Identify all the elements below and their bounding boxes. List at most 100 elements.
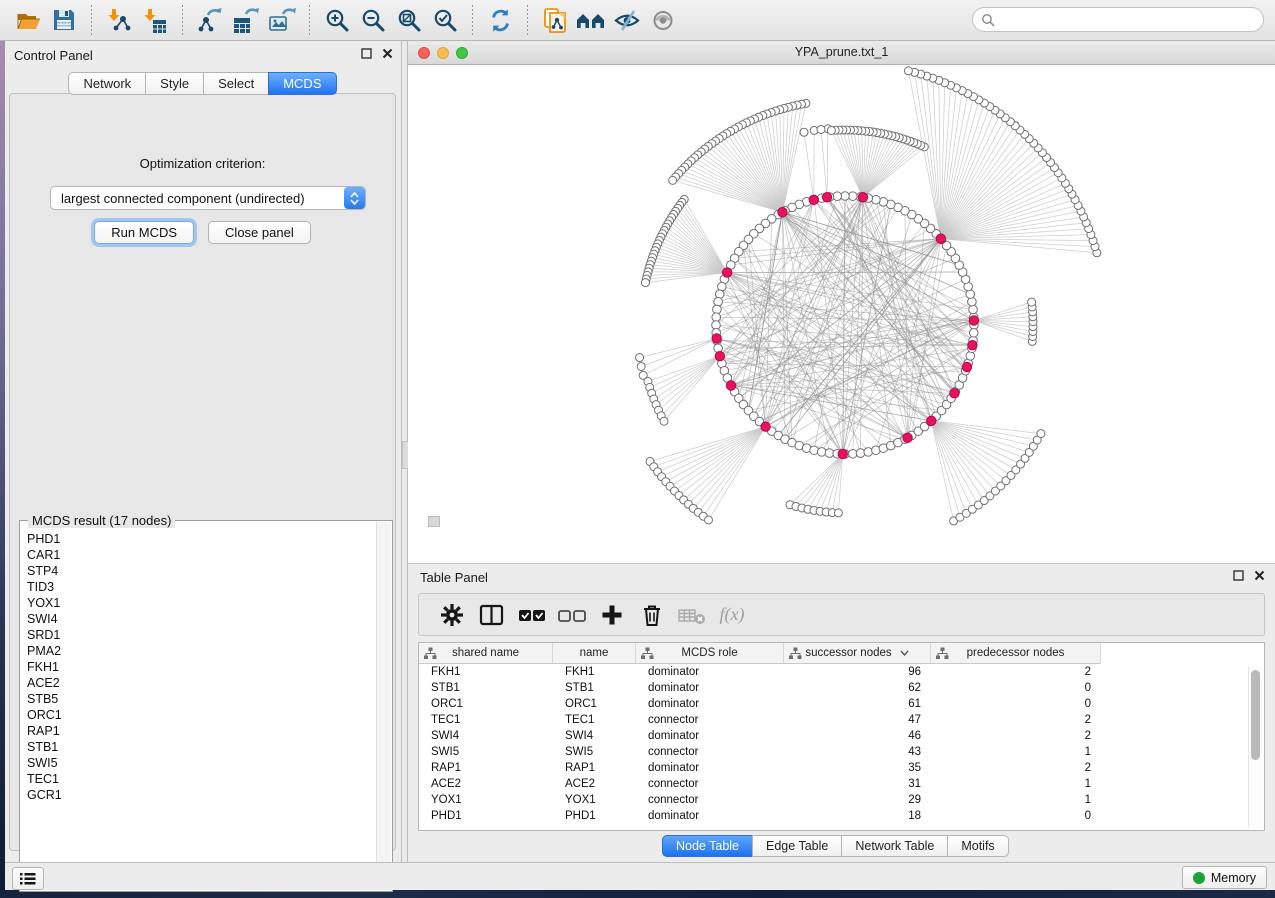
column-header-predecessor-nodes[interactable]: predecessor nodes: [931, 643, 1101, 664]
graph-ring-node[interactable]: [833, 192, 842, 201]
graph-ring-node[interactable]: [713, 305, 722, 314]
first-neighbors-icon[interactable]: [575, 4, 607, 36]
open-file-icon[interactable]: [12, 4, 44, 36]
graph-mcds-hub-node[interactable]: [969, 316, 978, 325]
mcds-result-item[interactable]: CAR1: [21, 547, 377, 563]
table-row[interactable]: FKH1FKH1dominator962: [419, 664, 1264, 680]
graph-mcds-hub-node[interactable]: [761, 422, 770, 431]
graph-mcds-hub-node[interactable]: [858, 193, 867, 202]
graph-mcds-hub-node[interactable]: [722, 268, 731, 277]
hide-graphics-details-icon[interactable]: [611, 4, 643, 36]
show-task-history-button[interactable]: [12, 867, 44, 890]
graph-satellite-node[interactable]: [641, 279, 649, 287]
column-header-successor-nodes[interactable]: successor nodes: [784, 643, 931, 664]
graph-ring-node[interactable]: [968, 297, 977, 306]
save-session-icon[interactable]: [48, 4, 80, 36]
graph-satellite-node[interactable]: [636, 354, 644, 362]
float-panel-icon[interactable]: [1233, 570, 1244, 581]
run-mcds-button[interactable]: Run MCDS: [94, 221, 194, 244]
table-mode-gear-icon[interactable]: [435, 600, 469, 630]
mcds-list-scrollbar[interactable]: [376, 522, 391, 890]
table-row[interactable]: ORC1ORC1dominator610: [419, 696, 1264, 712]
memory-button[interactable]: Memory: [1182, 866, 1267, 889]
graph-mcds-hub-node[interactable]: [936, 234, 945, 243]
export-image-icon[interactable]: [266, 4, 298, 36]
mcds-result-item[interactable]: SWI4: [21, 611, 377, 627]
graph-ring-node[interactable]: [966, 352, 975, 361]
graph-satellite-node[interactable]: [1037, 430, 1045, 438]
graph-mcds-hub-node[interactable]: [968, 340, 977, 349]
create-column-icon[interactable]: [595, 600, 629, 630]
table-row[interactable]: STB1STB1dominator620: [419, 680, 1264, 696]
refresh-icon[interactable]: [484, 4, 516, 36]
mcds-result-item[interactable]: ACE2: [21, 675, 377, 691]
graph-ring-node[interactable]: [715, 290, 724, 299]
graph-satellite-node[interactable]: [800, 128, 808, 136]
mcds-result-item[interactable]: FKH1: [21, 659, 377, 675]
show-columns-icon[interactable]: [475, 600, 509, 630]
table-row[interactable]: SWI4SWI4dominator462: [419, 728, 1264, 744]
graph-mcds-hub-node[interactable]: [809, 195, 818, 204]
tab-select[interactable]: Select: [203, 72, 269, 95]
table-row[interactable]: YOX1YOX1connector291: [419, 792, 1264, 808]
mcds-result-item[interactable]: TEC1: [21, 771, 377, 787]
show-graphics-details-icon[interactable]: [647, 4, 679, 36]
mcds-result-item[interactable]: ORC1: [21, 707, 377, 723]
float-panel-icon[interactable]: [361, 48, 372, 59]
tab-mcds[interactable]: MCDS: [268, 72, 336, 95]
table-row[interactable]: PHD1PHD1dominator180: [419, 808, 1264, 824]
table-row[interactable]: TEC1TEC1connector472: [419, 712, 1264, 728]
graph-ring-node[interactable]: [848, 449, 857, 458]
close-panel-button[interactable]: Close panel: [208, 221, 311, 244]
graph-mcds-hub-node[interactable]: [712, 334, 721, 343]
mcds-result-item[interactable]: YOX1: [21, 595, 377, 611]
graph-satellite-node[interactable]: [704, 516, 712, 524]
zoom-in-icon[interactable]: [321, 4, 353, 36]
graph-mcds-hub-node[interactable]: [778, 207, 787, 216]
mcds-result-item[interactable]: PHD1: [21, 531, 377, 547]
graph-ring-node[interactable]: [969, 328, 978, 337]
graph-ring-node[interactable]: [856, 449, 865, 458]
graph-satellite-node[interactable]: [834, 509, 842, 517]
graph-mcds-hub-node[interactable]: [927, 416, 936, 425]
export-network-icon[interactable]: [194, 4, 226, 36]
mcds-result-item[interactable]: TID3: [21, 579, 377, 595]
tab-edge-table[interactable]: Edge Table: [752, 835, 842, 857]
close-panel-icon[interactable]: [1254, 570, 1265, 581]
graph-satellite-node[interactable]: [669, 176, 677, 184]
horizontal-splitter-grip[interactable]: [428, 516, 440, 527]
optimization-criterion-dropdown[interactable]: largest connected component (undirected): [50, 186, 366, 210]
mcds-result-item[interactable]: STB1: [21, 739, 377, 755]
close-panel-icon[interactable]: [382, 48, 393, 59]
table-scrollbar-thumb[interactable]: [1251, 670, 1260, 760]
graph-satellite-node[interactable]: [1028, 298, 1036, 306]
zoom-out-icon[interactable]: [357, 4, 389, 36]
graph-mcds-hub-node[interactable]: [726, 381, 735, 390]
column-header-mcds-role[interactable]: MCDS role: [636, 643, 784, 664]
zoom-selected-icon[interactable]: [429, 4, 461, 36]
select-all-icon[interactable]: [515, 600, 549, 630]
graph-mcds-hub-node[interactable]: [950, 389, 959, 398]
mcds-result-item[interactable]: STP4: [21, 563, 377, 579]
mcds-result-item[interactable]: SRD1: [21, 627, 377, 643]
graph-satellite-node[interactable]: [827, 126, 835, 134]
table-row[interactable]: ACE2ACE2connector311: [419, 776, 1264, 792]
graph-ring-node[interactable]: [864, 448, 873, 457]
graph-ring-node[interactable]: [969, 305, 978, 314]
mcds-result-item[interactable]: PMA2: [21, 643, 377, 659]
graph-mcds-hub-node[interactable]: [822, 193, 831, 202]
delete-table-icon[interactable]: [675, 600, 709, 630]
export-table-icon[interactable]: [230, 4, 262, 36]
column-header-name[interactable]: name: [553, 643, 636, 664]
search-field[interactable]: [972, 7, 1264, 32]
vertical-splitter[interactable]: [401, 41, 408, 862]
tab-node-table[interactable]: Node Table: [662, 835, 753, 857]
search-input[interactable]: [995, 11, 1263, 29]
deselect-all-icon[interactable]: [555, 600, 589, 630]
graph-ring-node[interactable]: [810, 446, 819, 455]
network-graph[interactable]: [408, 65, 1275, 563]
clone-network-icon[interactable]: [539, 4, 571, 36]
delete-columns-icon[interactable]: [635, 600, 669, 630]
graph-satellite-node[interactable]: [904, 67, 912, 75]
graph-satellite-node[interactable]: [660, 417, 668, 425]
